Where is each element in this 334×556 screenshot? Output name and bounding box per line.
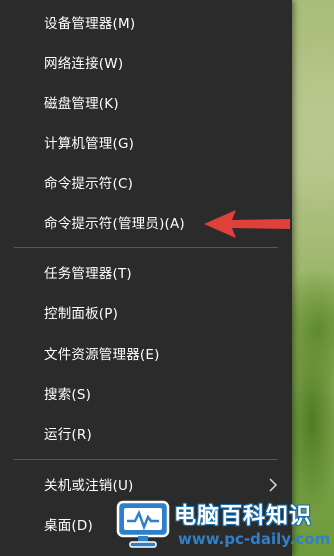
menu-item-command-prompt[interactable]: 命令提示符(C): [0, 162, 292, 202]
menu-item-network-connections[interactable]: 网络连接(W): [0, 42, 292, 82]
red-arrow-icon: [204, 210, 290, 238]
monitor-logo-icon: [116, 500, 170, 548]
menu-item-label: 设备管理器(M): [44, 16, 136, 32]
menu-item-label: 计算机管理(G): [44, 136, 135, 152]
menu-item-label: 运行(R): [44, 427, 92, 443]
menu-item-task-manager[interactable]: 任务管理器(T): [0, 252, 292, 292]
menu-item-label: 命令提示符(管理员)(A): [44, 216, 185, 232]
menu-item-label: 命令提示符(C): [44, 176, 134, 192]
menu-item-label: 关机或注销(U): [44, 478, 134, 494]
winx-context-menu: 设备管理器(M) 网络连接(W) 磁盘管理(K) 计算机管理(G) 命令提示符(…: [0, 0, 292, 556]
menu-separator: [14, 247, 278, 248]
menu-item-label: 桌面(D): [44, 518, 93, 534]
chevron-right-icon: [269, 478, 278, 492]
menu-separator: [14, 459, 278, 460]
menu-item-label: 搜索(S): [44, 387, 92, 403]
menu-item-label: 网络连接(W): [44, 56, 124, 72]
menu-item-label: 文件资源管理器(E): [44, 347, 160, 363]
menu-item-label: 控制面板(P): [44, 306, 119, 322]
menu-item-search[interactable]: 搜索(S): [0, 373, 292, 413]
site-watermark: 电脑百科知识 www.pc-daily.com: [112, 494, 334, 556]
menu-item-device-manager[interactable]: 设备管理器(M): [0, 2, 292, 42]
watermark-url: www.pc-daily.com: [178, 530, 331, 548]
menu-item-disk-management[interactable]: 磁盘管理(K): [0, 82, 292, 122]
menu-item-label: 磁盘管理(K): [44, 96, 119, 112]
menu-item-file-explorer[interactable]: 文件资源管理器(E): [0, 333, 292, 373]
menu-item-run[interactable]: 运行(R): [0, 413, 292, 453]
menu-item-computer-management[interactable]: 计算机管理(G): [0, 122, 292, 162]
menu-item-label: 任务管理器(T): [44, 266, 132, 282]
watermark-title: 电脑百科知识: [174, 504, 313, 529]
menu-item-control-panel[interactable]: 控制面板(P): [0, 292, 292, 332]
